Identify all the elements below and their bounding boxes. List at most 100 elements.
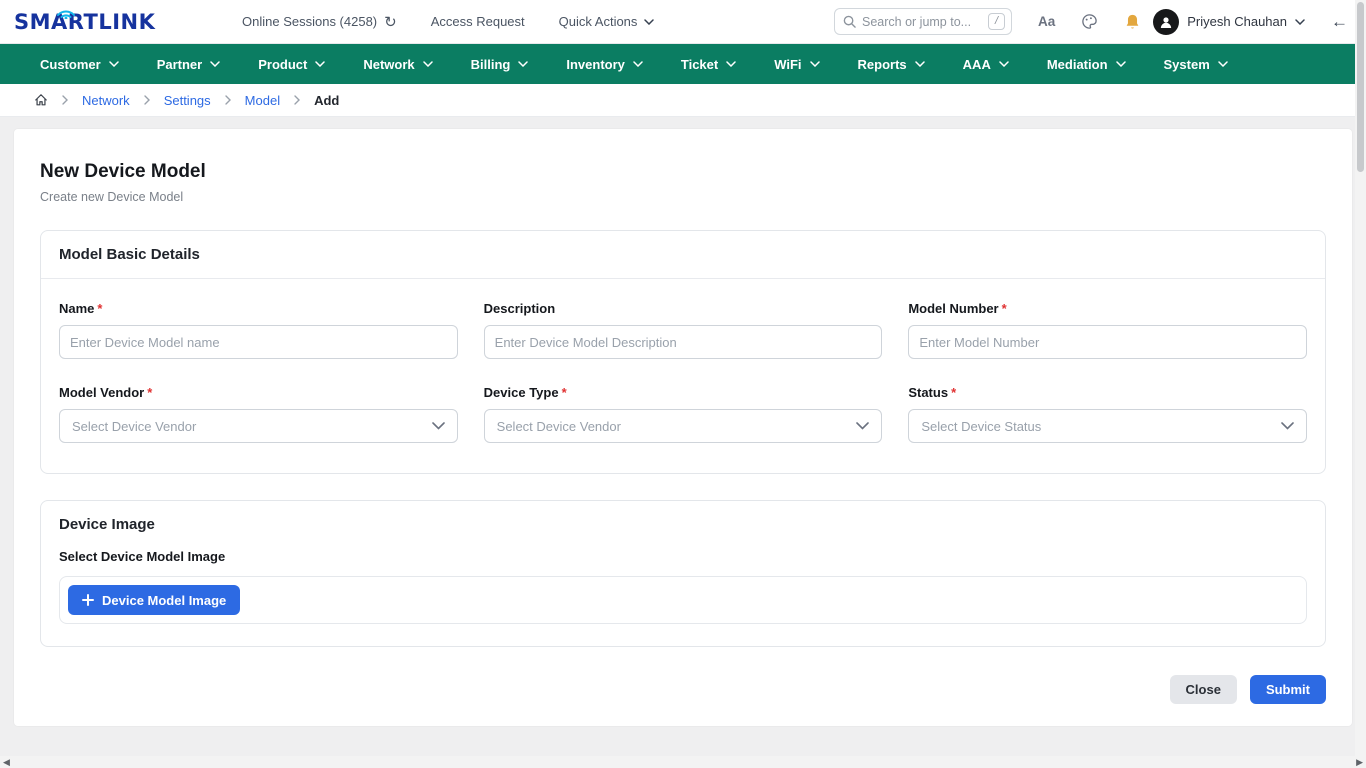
vertical-scrollbar[interactable] xyxy=(1355,0,1366,756)
scroll-right-arrow-icon[interactable]: ▶ xyxy=(1356,758,1363,767)
breadcrumb-network[interactable]: Network xyxy=(82,93,130,108)
plus-icon xyxy=(82,594,94,606)
global-search[interactable]: / xyxy=(834,8,1012,35)
nav-system[interactable]: System xyxy=(1164,57,1228,72)
nav-wifi[interactable]: WiFi xyxy=(774,57,819,72)
page-subtitle: Create new Device Model xyxy=(40,190,1326,204)
chevron-right-icon xyxy=(62,95,68,105)
page-title: New Device Model xyxy=(40,161,1326,183)
back-arrow-icon[interactable]: ← xyxy=(1331,12,1348,32)
required-marker: * xyxy=(147,385,152,400)
chevron-down-icon xyxy=(999,61,1009,67)
chevron-right-icon xyxy=(294,95,300,105)
vertical-scrollbar-thumb[interactable] xyxy=(1357,2,1364,172)
chevron-down-icon xyxy=(726,61,736,67)
chevron-down-icon xyxy=(915,61,925,67)
device-image-label: Select Device Model Image xyxy=(59,549,1319,564)
nav-ticket[interactable]: Ticket xyxy=(681,57,736,72)
quick-actions-menu[interactable]: Quick Actions xyxy=(559,14,655,29)
app-logo[interactable]: SMARTLINK xyxy=(14,10,184,34)
nav-customer[interactable]: Customer xyxy=(40,57,119,72)
nav-inventory[interactable]: Inventory xyxy=(566,57,643,72)
scroll-left-arrow-icon[interactable]: ◀ xyxy=(3,758,10,767)
field-label: Status* xyxy=(908,385,1307,400)
online-sessions[interactable]: Online Sessions (4258) ↻ xyxy=(242,13,397,31)
chevron-down-icon xyxy=(856,422,869,430)
chevron-down-icon xyxy=(1116,61,1126,67)
search-icon xyxy=(843,15,856,28)
top-header: SMARTLINK Online Sessions (4258) ↻ Acces… xyxy=(0,0,1366,44)
nav-product[interactable]: Product xyxy=(258,57,325,72)
search-shortcut-key: / xyxy=(988,13,1005,30)
chevron-down-icon xyxy=(810,61,820,67)
theme-icon[interactable] xyxy=(1081,13,1098,30)
chevron-down-icon xyxy=(432,422,445,430)
user-menu[interactable]: Priyesh Chauhan xyxy=(1153,9,1305,35)
field-label: Name* xyxy=(59,301,458,316)
card-title: Model Basic Details xyxy=(41,231,1325,279)
required-marker: * xyxy=(97,301,102,316)
search-input[interactable] xyxy=(862,15,982,29)
nav-network[interactable]: Network xyxy=(363,57,432,72)
required-marker: * xyxy=(1002,301,1007,316)
model-vendor-select[interactable]: Select Device Vendor xyxy=(59,409,458,443)
main-panel: New Device Model Create new Device Model… xyxy=(14,129,1352,726)
notifications-bell-icon[interactable] xyxy=(1124,13,1141,31)
chevron-down-icon xyxy=(1295,19,1305,25)
close-button[interactable]: Close xyxy=(1170,675,1237,704)
online-sessions-label: Online Sessions (4258) xyxy=(242,14,377,29)
font-size-toggle[interactable]: Aa xyxy=(1038,14,1055,29)
nav-billing[interactable]: Billing xyxy=(471,57,529,72)
refresh-icon[interactable]: ↻ xyxy=(384,13,397,31)
breadcrumb-model[interactable]: Model xyxy=(245,93,280,108)
chevron-right-icon xyxy=(225,95,231,105)
status-select[interactable]: Select Device Status xyxy=(908,409,1307,443)
device-image-upload-box: Device Model Image xyxy=(59,576,1307,624)
name-input[interactable] xyxy=(59,325,458,359)
breadcrumb-current: Add xyxy=(314,93,339,108)
card-title: Device Image xyxy=(41,501,1325,543)
chevron-down-icon xyxy=(518,61,528,67)
required-marker: * xyxy=(562,385,567,400)
field-name: Name* xyxy=(59,301,458,359)
breadcrumb: Network Settings Model Add xyxy=(0,84,1366,117)
field-label: Model Vendor* xyxy=(59,385,458,400)
nav-aaa[interactable]: AAA xyxy=(963,57,1009,72)
content-area: New Device Model Create new Device Model… xyxy=(0,117,1366,738)
device-model-image-button[interactable]: Device Model Image xyxy=(68,585,240,615)
model-basic-details-card: Model Basic Details Name* Description Mo… xyxy=(40,230,1326,474)
chevron-down-icon xyxy=(1218,61,1228,67)
description-input[interactable] xyxy=(484,325,883,359)
horizontal-scrollbar[interactable]: ◀ ▶ xyxy=(0,756,1366,768)
nav-partner[interactable]: Partner xyxy=(157,57,221,72)
field-device-type: Device Type* Select Device Vendor xyxy=(484,385,883,443)
chevron-down-icon xyxy=(1281,422,1294,430)
field-label: Device Type* xyxy=(484,385,883,400)
field-label: Description xyxy=(484,301,883,316)
device-type-select[interactable]: Select Device Vendor xyxy=(484,409,883,443)
wifi-icon xyxy=(54,6,78,19)
person-icon xyxy=(1159,15,1173,29)
submit-button[interactable]: Submit xyxy=(1250,675,1326,704)
footer-actions: Close Submit xyxy=(40,675,1326,704)
access-request-label: Access Request xyxy=(431,14,525,29)
avatar[interactable] xyxy=(1153,9,1179,35)
model-number-input[interactable] xyxy=(908,325,1307,359)
field-status: Status* Select Device Status xyxy=(908,385,1307,443)
required-marker: * xyxy=(951,385,956,400)
chevron-down-icon xyxy=(315,61,325,67)
breadcrumb-settings[interactable]: Settings xyxy=(164,93,211,108)
form-grid: Name* Description Model Number* Model Ve… xyxy=(59,301,1307,443)
device-image-card: Device Image Select Device Model Image D… xyxy=(40,500,1326,647)
primary-nav: Customer Partner Product Network Billing… xyxy=(0,44,1366,84)
chevron-down-icon xyxy=(423,61,433,67)
user-name: Priyesh Chauhan xyxy=(1187,14,1287,29)
nav-reports[interactable]: Reports xyxy=(858,57,925,72)
chevron-right-icon xyxy=(144,95,150,105)
logo-text: SMARTLINK xyxy=(14,10,155,34)
chevron-down-icon xyxy=(633,61,643,67)
access-request-link[interactable]: Access Request xyxy=(431,14,525,29)
chevron-down-icon xyxy=(210,61,220,67)
home-icon[interactable] xyxy=(34,93,48,107)
nav-mediation[interactable]: Mediation xyxy=(1047,57,1126,72)
